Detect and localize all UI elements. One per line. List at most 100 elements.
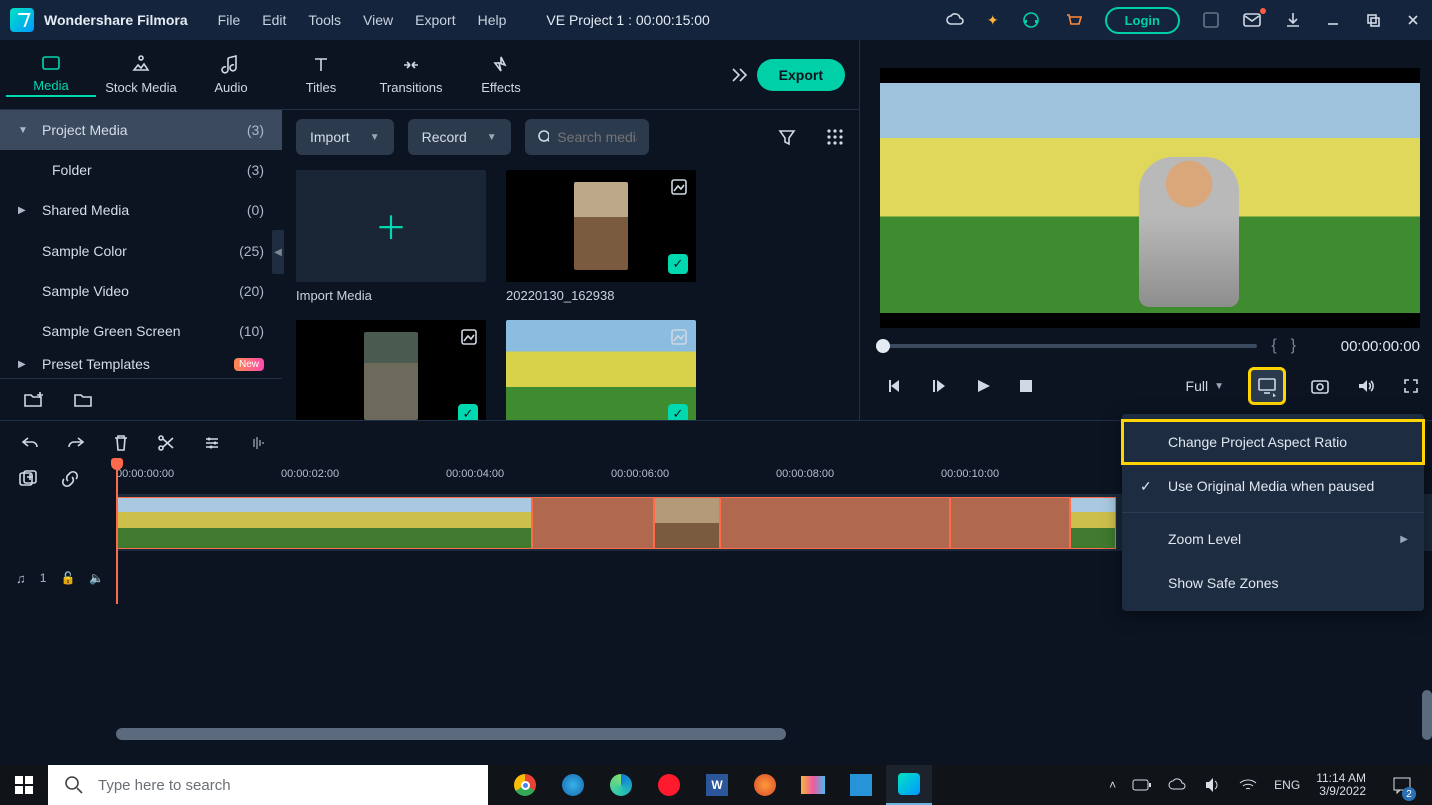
add-track-icon[interactable]: [18, 469, 38, 489]
sidebar-item-shared-media[interactable]: ▶ Shared Media (0): [0, 190, 282, 230]
link-icon[interactable]: [60, 469, 80, 489]
menu-help[interactable]: Help: [478, 12, 507, 28]
start-button[interactable]: [0, 765, 48, 805]
idea-icon[interactable]: ✦: [987, 12, 999, 29]
sidebar-item-preset-templates[interactable]: ▶ Preset Templates New: [0, 351, 282, 378]
search-input[interactable]: [557, 129, 637, 145]
tray-volume-icon[interactable]: [1204, 776, 1222, 794]
frame-back-icon[interactable]: [930, 377, 948, 395]
taskbar-app-photos[interactable]: [838, 765, 884, 805]
redo-icon[interactable]: [66, 433, 86, 453]
ctx-change-aspect-ratio[interactable]: Change Project Aspect Ratio: [1122, 420, 1424, 464]
filter-icon[interactable]: [777, 127, 797, 147]
grid-view-icon[interactable]: [825, 127, 845, 147]
media-item[interactable]: ✓: [296, 320, 486, 420]
collapse-sidebar-handle[interactable]: ◀: [272, 230, 284, 274]
preview-scrubber[interactable]: [880, 344, 1257, 348]
timeline-clip[interactable]: [654, 497, 720, 549]
tray-wifi-icon[interactable]: [1238, 777, 1258, 793]
new-folder-icon[interactable]: [72, 388, 94, 410]
download-icon[interactable]: [1284, 11, 1302, 29]
save-icon[interactable]: [1202, 11, 1220, 29]
adjust-icon[interactable]: [202, 433, 222, 453]
cloud-icon[interactable]: [945, 10, 965, 30]
playhead[interactable]: [116, 464, 118, 604]
taskbar-app-filmora[interactable]: [886, 765, 932, 805]
undo-icon[interactable]: [20, 433, 40, 453]
fullscreen-icon[interactable]: [1402, 377, 1420, 395]
tray-clock[interactable]: 11:14 AM 3/9/2022: [1316, 772, 1366, 798]
timeline-clip[interactable]: [1070, 497, 1116, 549]
lock-icon[interactable]: 🔓: [60, 571, 75, 585]
import-dropdown[interactable]: Import▼: [296, 119, 394, 155]
tray-notifications[interactable]: 2: [1382, 765, 1422, 805]
tab-media[interactable]: Media: [6, 52, 96, 97]
taskbar-app-ie[interactable]: [550, 765, 596, 805]
search-media-field[interactable]: [525, 119, 649, 155]
volume-icon[interactable]: [1356, 376, 1376, 396]
support-icon[interactable]: [1021, 10, 1041, 30]
tab-titles[interactable]: Titles: [276, 54, 366, 95]
ctx-show-safe-zones[interactable]: Show Safe Zones: [1122, 561, 1424, 605]
audio-wave-icon[interactable]: [248, 433, 268, 453]
export-button[interactable]: Export: [757, 59, 845, 91]
tray-language[interactable]: ENG: [1274, 778, 1300, 792]
menu-view[interactable]: View: [363, 12, 393, 28]
window-maximize-icon[interactable]: [1364, 11, 1382, 29]
display-settings-button[interactable]: [1250, 369, 1284, 403]
mark-in-icon[interactable]: {: [1271, 337, 1276, 355]
sidebar-item-sample-video[interactable]: Sample Video (20): [0, 271, 282, 311]
sidebar-item-project-media[interactable]: ▼ Project Media (3): [0, 110, 282, 150]
media-item-import[interactable]: ＋ Import Media: [296, 170, 486, 304]
split-icon[interactable]: [156, 433, 176, 453]
preview-viewport[interactable]: [880, 68, 1420, 328]
stop-icon[interactable]: [1018, 378, 1034, 394]
timeline-clip[interactable]: [116, 497, 532, 549]
timeline-clip[interactable]: [950, 497, 1070, 549]
audio-track-header[interactable]: ♫ 1 🔓 🔈: [0, 552, 116, 604]
delete-icon[interactable]: [112, 433, 130, 453]
media-item[interactable]: ✓ 20220130_162938: [506, 170, 696, 304]
taskbar-app-paint[interactable]: [790, 765, 836, 805]
mark-out-icon[interactable]: }: [1291, 337, 1296, 355]
cart-icon[interactable]: [1063, 10, 1083, 30]
timeline-clip[interactable]: [720, 497, 950, 549]
menu-export[interactable]: Export: [415, 12, 455, 28]
play-icon[interactable]: [974, 377, 992, 395]
tray-onedrive-icon[interactable]: [1168, 778, 1188, 792]
preview-quality-dropdown[interactable]: Full ▼: [1186, 378, 1224, 394]
record-dropdown[interactable]: Record▼: [408, 119, 511, 155]
new-folder-plus-icon[interactable]: [22, 388, 44, 410]
taskbar-app-resolve[interactable]: [742, 765, 788, 805]
media-item[interactable]: ✓: [506, 320, 696, 420]
taskbar-app-opera[interactable]: [646, 765, 692, 805]
timeline-horizontal-scrollbar[interactable]: [116, 728, 786, 740]
tray-chevron-up-icon[interactable]: ˄: [1109, 778, 1116, 792]
scrubber-handle[interactable]: [876, 339, 890, 353]
tray-battery-icon[interactable]: [1132, 778, 1152, 792]
step-back-icon[interactable]: [886, 377, 904, 395]
tab-transitions[interactable]: Transitions: [366, 54, 456, 95]
taskbar-app-edge[interactable]: [598, 765, 644, 805]
taskbar-app-word[interactable]: W: [694, 765, 740, 805]
tab-stock-media[interactable]: Stock Media: [96, 54, 186, 95]
sidebar-item-sample-green[interactable]: Sample Green Screen (10): [0, 311, 282, 351]
timeline-vertical-scrollbar[interactable]: [1422, 690, 1432, 740]
ctx-zoom-level[interactable]: Zoom Level ▶: [1122, 517, 1424, 561]
expand-panel-icon[interactable]: [721, 63, 757, 87]
tab-audio[interactable]: Audio: [186, 54, 276, 95]
menu-file[interactable]: File: [218, 12, 241, 28]
login-button[interactable]: Login: [1105, 7, 1180, 34]
window-close-icon[interactable]: [1404, 11, 1422, 29]
snapshot-icon[interactable]: [1310, 376, 1330, 396]
tab-effects[interactable]: Effects: [456, 54, 546, 95]
ctx-use-original-media[interactable]: ✓Use Original Media when paused: [1122, 464, 1424, 508]
menu-edit[interactable]: Edit: [262, 12, 286, 28]
sidebar-item-folder[interactable]: Folder (3): [0, 150, 282, 190]
menu-tools[interactable]: Tools: [308, 12, 341, 28]
timeline-clip[interactable]: [532, 497, 654, 549]
sidebar-item-sample-color[interactable]: Sample Color (25): [0, 231, 282, 271]
mail-icon[interactable]: [1242, 10, 1262, 30]
mute-icon[interactable]: 🔈: [89, 571, 104, 585]
taskbar-app-chrome[interactable]: [502, 765, 548, 805]
